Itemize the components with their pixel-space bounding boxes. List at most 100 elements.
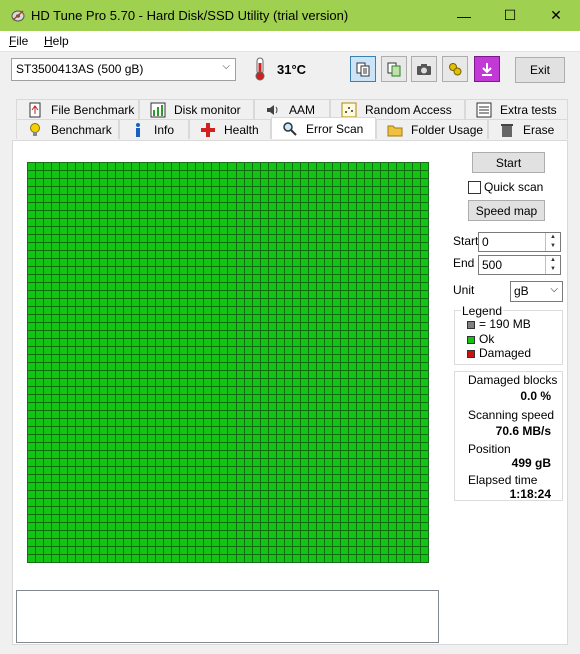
spinner-arrows-icon[interactable]: ▲ ▼ xyxy=(545,256,560,274)
scan-block xyxy=(28,531,36,538)
scan-block xyxy=(228,171,236,178)
end-field[interactable]: 500 ▲ ▼ xyxy=(478,255,561,275)
scan-block xyxy=(324,227,332,234)
tab-info[interactable]: Info xyxy=(119,119,189,139)
scan-block xyxy=(156,235,164,242)
scan-block xyxy=(412,379,420,386)
copy-screenshot-button[interactable] xyxy=(381,56,407,82)
scan-block xyxy=(212,467,220,474)
menu-file[interactable]: File xyxy=(9,34,28,48)
screenshot-button[interactable] xyxy=(411,56,437,82)
scan-block xyxy=(268,339,276,346)
scan-block xyxy=(388,307,396,314)
unit-select[interactable]: gB ⌵ xyxy=(510,281,563,302)
scan-block xyxy=(68,267,76,274)
scan-block xyxy=(364,203,372,210)
scan-block xyxy=(332,395,340,402)
scan-block xyxy=(268,515,276,522)
scan-block xyxy=(412,163,420,170)
scan-block xyxy=(84,395,92,402)
scan-block xyxy=(140,491,148,498)
scan-block xyxy=(132,275,140,282)
tab-error-scan[interactable]: Error Scan xyxy=(271,117,376,139)
scan-block xyxy=(156,331,164,338)
scan-block xyxy=(68,339,76,346)
scan-block xyxy=(380,483,388,490)
scan-block xyxy=(364,339,372,346)
scan-block xyxy=(380,539,388,546)
scan-block xyxy=(388,315,396,322)
scan-block xyxy=(116,451,124,458)
scan-block xyxy=(220,467,228,474)
scan-block xyxy=(68,283,76,290)
scan-block xyxy=(276,267,284,274)
tab-health[interactable]: Health xyxy=(189,119,271,139)
tab-file-benchmark[interactable]: File Benchmark xyxy=(16,99,139,119)
scan-block xyxy=(228,355,236,362)
scan-block xyxy=(372,467,380,474)
scan-block xyxy=(124,475,132,482)
spinner-arrows-icon[interactable]: ▲ ▼ xyxy=(545,233,560,251)
scan-block xyxy=(228,451,236,458)
start-field[interactable]: 0 ▲ ▼ xyxy=(478,232,561,252)
scan-block xyxy=(60,523,68,530)
scan-block xyxy=(300,475,308,482)
scan-block xyxy=(324,499,332,506)
scan-block xyxy=(276,275,284,282)
maximize-button[interactable]: ☐ xyxy=(487,0,533,31)
damaged-blocks-label: Damaged blocks xyxy=(468,373,558,387)
tab-disk-monitor[interactable]: Disk monitor xyxy=(139,99,254,119)
tab-aam[interactable]: AAM xyxy=(254,99,330,119)
quick-scan-checkbox[interactable] xyxy=(468,181,481,194)
scan-block xyxy=(188,435,196,442)
options-button[interactable] xyxy=(442,56,468,82)
scan-block xyxy=(36,203,44,210)
scan-block xyxy=(348,427,356,434)
tab-erase[interactable]: Erase xyxy=(488,119,568,139)
close-button[interactable]: ✕ xyxy=(533,0,579,31)
menu-help[interactable]: Help xyxy=(44,34,69,48)
scan-block xyxy=(292,435,300,442)
start-scan-button[interactable]: Start xyxy=(472,152,545,173)
scan-block xyxy=(348,419,356,426)
scan-block xyxy=(140,323,148,330)
copy-text-button[interactable] xyxy=(350,56,376,82)
drive-select[interactable]: ST3500413AS (500 gB) ⌵ xyxy=(11,58,236,81)
scan-block xyxy=(124,283,132,290)
tab-benchmark[interactable]: Benchmark xyxy=(16,119,119,139)
scan-block xyxy=(132,467,140,474)
scan-block xyxy=(84,475,92,482)
scan-block xyxy=(212,283,220,290)
scan-block xyxy=(276,387,284,394)
scan-block xyxy=(356,427,364,434)
scan-block xyxy=(220,483,228,490)
scan-block xyxy=(380,235,388,242)
save-button[interactable] xyxy=(474,56,500,82)
scan-block xyxy=(268,203,276,210)
tab-extra-tests[interactable]: Extra tests xyxy=(465,99,568,119)
scan-block xyxy=(132,411,140,418)
scan-block xyxy=(244,499,252,506)
tab-folder-usage[interactable]: Folder Usage xyxy=(376,119,488,139)
scan-block xyxy=(228,379,236,386)
scan-block xyxy=(324,443,332,450)
speed-map-button[interactable]: Speed map xyxy=(468,200,545,221)
scan-block xyxy=(348,451,356,458)
scan-block xyxy=(324,291,332,298)
scan-block xyxy=(276,243,284,250)
scan-block xyxy=(76,187,84,194)
scan-block xyxy=(84,251,92,258)
scan-block xyxy=(300,427,308,434)
scan-block xyxy=(132,443,140,450)
scan-block xyxy=(332,163,340,170)
scan-block xyxy=(132,371,140,378)
scan-block xyxy=(356,291,364,298)
scan-block xyxy=(380,427,388,434)
exit-button[interactable]: Exit xyxy=(515,57,565,83)
minimize-button[interactable]: — xyxy=(441,0,487,31)
scan-block xyxy=(404,347,412,354)
tab-random-access[interactable]: Random Access xyxy=(330,99,465,119)
scan-block xyxy=(396,339,404,346)
scan-block xyxy=(244,211,252,218)
scan-block xyxy=(212,411,220,418)
